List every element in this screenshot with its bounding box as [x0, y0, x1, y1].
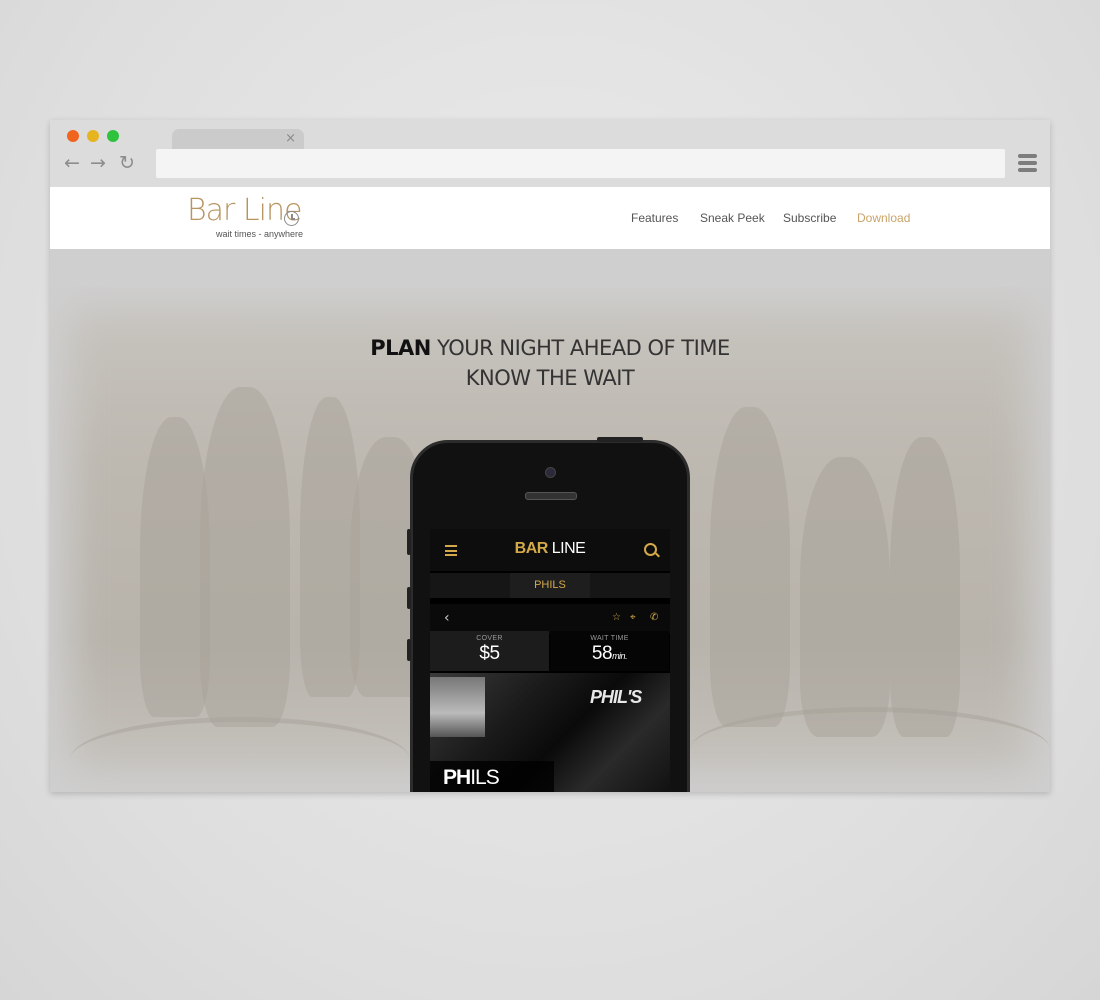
phone-camera [545, 467, 556, 478]
venue-sign: PHIL'S [590, 687, 642, 707]
back-arrow-icon[interactable]: ← [62, 153, 82, 173]
phone-speaker [525, 492, 577, 500]
venue-photo: PHIL'S PHILS [430, 673, 670, 792]
clock-icon [284, 211, 299, 226]
address-bar[interactable] [156, 149, 1005, 178]
venue-caption: PHILS [430, 761, 554, 792]
tab-close-icon[interactable]: × [285, 131, 296, 147]
map-pin-icon[interactable]: ⌖ [630, 612, 636, 623]
logo-text: Bar Line [187, 193, 302, 228]
cover-value: $5 [479, 643, 500, 664]
phone-volume-button [407, 639, 411, 661]
search-icon[interactable] [644, 543, 657, 556]
venue-tab[interactable]: PHILS [510, 573, 590, 598]
app-title: BAR LINE [514, 540, 586, 557]
logo-tagline: wait times - anywhere [216, 229, 304, 239]
browser-tab[interactable]: × [172, 129, 304, 149]
hero-section: PLAN YOUR NIGHT AHEAD OF TIME KNOW THE W… [50, 249, 1050, 792]
browser-chrome: × ← → ↻ [50, 120, 1050, 187]
venue-bar: PHILS [430, 573, 670, 598]
nav-subscribe[interactable]: Subscribe [783, 211, 836, 225]
cover-stat: COVER $5 [430, 631, 549, 671]
headline-line2: KNOW THE WAIT [465, 366, 635, 390]
headline-bold: PLAN [370, 336, 431, 360]
wait-label: WAIT TIME [590, 635, 629, 642]
reload-icon[interactable]: ↻ [117, 153, 137, 173]
minimize-window-button[interactable] [87, 130, 99, 142]
browser-window: × ← → ↻ Bar Line wait times - anywhere F… [50, 120, 1050, 792]
close-window-button[interactable] [67, 130, 79, 142]
app-top-bar: BAR LINE [430, 529, 670, 571]
wait-time-stat: WAIT TIME 58min. [550, 631, 669, 671]
maximize-window-button[interactable] [107, 130, 119, 142]
detail-toolbar: ‹ ☆ ⌖ ✆ [430, 604, 670, 634]
headline-rest: YOUR NIGHT AHEAD OF TIME [430, 336, 730, 360]
back-icon[interactable]: ‹ [444, 610, 450, 626]
nav-download[interactable]: Download [857, 211, 910, 225]
phone-power-button [597, 437, 643, 442]
star-icon[interactable]: ☆ [612, 612, 621, 623]
phone-volume-button [407, 529, 411, 555]
browser-menu-icon[interactable] [1018, 154, 1037, 172]
bar-line-logo[interactable]: Bar Line wait times - anywhere [187, 194, 317, 240]
hero-headline: PLAN YOUR NIGHT AHEAD OF TIME KNOW THE W… [50, 333, 1050, 393]
phone-screen: BAR LINE PHILS ‹ ☆ ⌖ ✆ COVER $5 WAIT TIM… [430, 529, 670, 792]
wait-value: 58min. [591, 643, 628, 664]
forward-arrow-icon[interactable]: → [88, 153, 108, 173]
site-header: Bar Line wait times - anywhere Features … [50, 187, 1050, 249]
nav-features[interactable]: Features [631, 211, 678, 225]
nav-sneak-peek[interactable]: Sneak Peek [700, 211, 765, 225]
cover-label: COVER [476, 635, 503, 642]
phone-icon[interactable]: ✆ [650, 612, 658, 623]
phone-volume-button [407, 587, 411, 609]
